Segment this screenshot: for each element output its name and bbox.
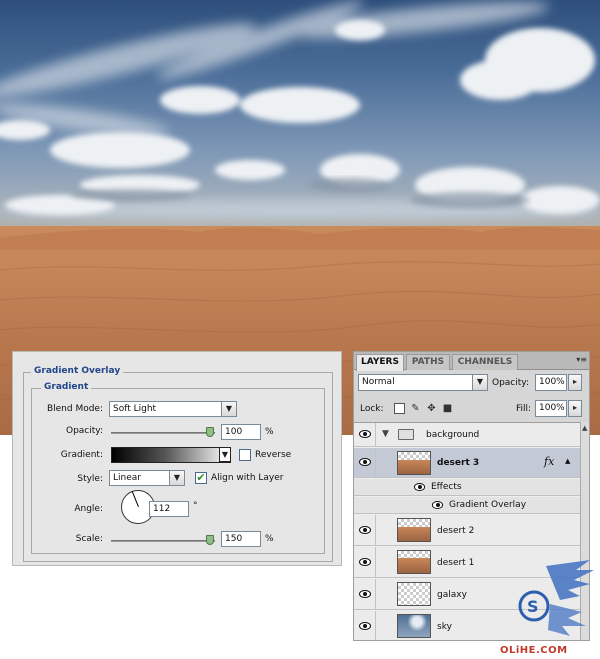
panel-tabs: LAYERS PATHS CHANNELS ▾≡ [354, 352, 589, 371]
layer-name: desert 1 [437, 558, 475, 568]
effects-label: Effects [431, 482, 462, 492]
opacity-input[interactable]: 100 [221, 424, 261, 440]
thumbnail-desert [398, 557, 430, 573]
effect-name: Gradient Overlay [449, 500, 527, 510]
scale-slider[interactable] [111, 535, 215, 545]
layer-opacity-label: Opacity: [492, 378, 529, 388]
layer-name: sky [437, 622, 452, 632]
fill-arrow-icon[interactable]: ▸ [568, 400, 582, 417]
eye-icon[interactable] [359, 458, 371, 466]
eye-icon[interactable] [359, 558, 371, 566]
chevron-down-icon[interactable]: ▼ [221, 401, 237, 417]
style-value: Linear [113, 473, 141, 483]
angle-unit: ° [193, 501, 198, 511]
page: Gradient Overlay Gradient Blend Mode: So… [0, 0, 600, 659]
blend-mode-value: Soft Light [113, 404, 157, 414]
effect-row-gradient-overlay[interactable]: Gradient Overlay [354, 497, 580, 514]
fx-icon[interactable]: fx [544, 455, 554, 468]
eye-icon[interactable] [359, 430, 371, 438]
eye-icon[interactable] [432, 501, 443, 509]
chevron-down-icon[interactable]: ▼ [169, 470, 185, 486]
lock-position-move-icon[interactable]: ✥ [426, 403, 437, 414]
fill-label: Fill: [516, 404, 532, 414]
lock-all-padlock-icon[interactable]: ■ [442, 403, 453, 414]
gradient-overlay-title: Gradient Overlay [31, 366, 124, 376]
visibility-cell [354, 479, 376, 495]
chevron-down-icon[interactable]: ▼ [472, 374, 488, 391]
eye-icon[interactable] [359, 590, 371, 598]
gradient-label: Gradient: [60, 450, 103, 460]
layer-row-desert-2[interactable]: desert 2 [354, 515, 580, 546]
thumbnail-desert [398, 527, 430, 541]
layer-group-row[interactable]: ▼ background [354, 423, 580, 447]
layer-thumbnail [397, 451, 431, 475]
layer-blend-mode-value: Normal [362, 377, 395, 387]
scale-unit: % [265, 534, 274, 544]
opacity-label: Opacity: [66, 426, 103, 436]
visibility-cell[interactable] [354, 611, 376, 640]
chevron-down-icon[interactable]: ▼ [219, 447, 231, 462]
layer-thumbnail [397, 518, 431, 542]
scale-label: Scale: [75, 534, 103, 544]
layer-opacity-input[interactable]: 100% [535, 374, 567, 391]
clouds [0, 1, 600, 220]
visibility-cell[interactable] [354, 448, 376, 477]
fill-input[interactable]: 100% [535, 400, 567, 417]
gradient-overlay-panel: Gradient Overlay Gradient Blend Mode: So… [12, 351, 342, 566]
opacity-slider[interactable] [111, 427, 215, 437]
visibility-cell [354, 497, 376, 513]
tab-layers[interactable]: LAYERS [356, 354, 404, 371]
blend-mode-label: Blend Mode: [46, 404, 103, 414]
visibility-cell[interactable] [354, 579, 376, 609]
visibility-cell[interactable] [354, 515, 376, 545]
opacity-slider-thumb[interactable] [206, 427, 214, 437]
gradient-picker[interactable]: ▼ [111, 447, 231, 463]
layer-row-desert-3[interactable]: desert 3 fx ▲ [354, 448, 580, 478]
angle-label: Angle: [74, 504, 103, 514]
reverse-label: Reverse [255, 450, 292, 460]
opacity-unit: % [265, 427, 274, 437]
tab-paths[interactable]: PATHS [406, 354, 450, 370]
scroll-up-icon[interactable]: ▲ [582, 424, 587, 432]
effects-row[interactable]: Effects [354, 479, 580, 496]
collapse-effects-icon[interactable]: ▲ [565, 457, 570, 465]
watermark-text: OLiHE.COM [500, 645, 568, 656]
layer-name: desert 2 [437, 526, 475, 536]
scale-input[interactable]: 150 [221, 531, 261, 547]
folder-icon [398, 429, 414, 440]
layer-name: galaxy [437, 590, 467, 600]
eye-icon[interactable] [414, 483, 425, 491]
tab-channels[interactable]: CHANNELS [452, 354, 518, 370]
thumbnail-desert [398, 460, 430, 474]
layer-blend-mode-select[interactable]: Normal ▼ [358, 374, 488, 391]
layer-thumbnail [397, 614, 431, 638]
layer-thumbnail [397, 582, 431, 606]
scale-slider-thumb[interactable] [206, 535, 214, 545]
align-with-layer-label: Align with Layer [211, 473, 284, 483]
blend-mode-select[interactable]: Soft Light ▼ [109, 401, 237, 417]
angle-needle [131, 490, 139, 507]
visibility-cell[interactable] [354, 423, 376, 446]
layer-group-name: background [426, 430, 480, 440]
lock-image-brush-icon[interactable]: ✎ [410, 403, 421, 414]
eye-icon[interactable] [359, 622, 371, 630]
gradient-group-title: Gradient [41, 382, 92, 392]
panel-menu-icon[interactable]: ▾≡ [576, 355, 587, 364]
angle-input[interactable]: 112 [149, 501, 189, 517]
style-select[interactable]: Linear ▼ [109, 470, 185, 486]
lock-label: Lock: [360, 404, 384, 414]
thumbnail-sky [398, 615, 430, 637]
opacity-arrow-icon[interactable]: ▸ [568, 374, 582, 391]
visibility-cell[interactable] [354, 547, 376, 577]
lock-transparency-icon[interactable] [394, 403, 405, 414]
svg-text:S: S [527, 597, 539, 616]
layer-name: desert 3 [437, 458, 480, 468]
style-label: Style: [77, 474, 103, 484]
reverse-checkbox[interactable] [239, 449, 251, 461]
expand-triangle-icon[interactable]: ▼ [382, 429, 389, 439]
eye-icon[interactable] [359, 526, 371, 534]
align-with-layer-checkbox[interactable]: ✔ [195, 472, 207, 484]
layer-thumbnail [397, 550, 431, 574]
